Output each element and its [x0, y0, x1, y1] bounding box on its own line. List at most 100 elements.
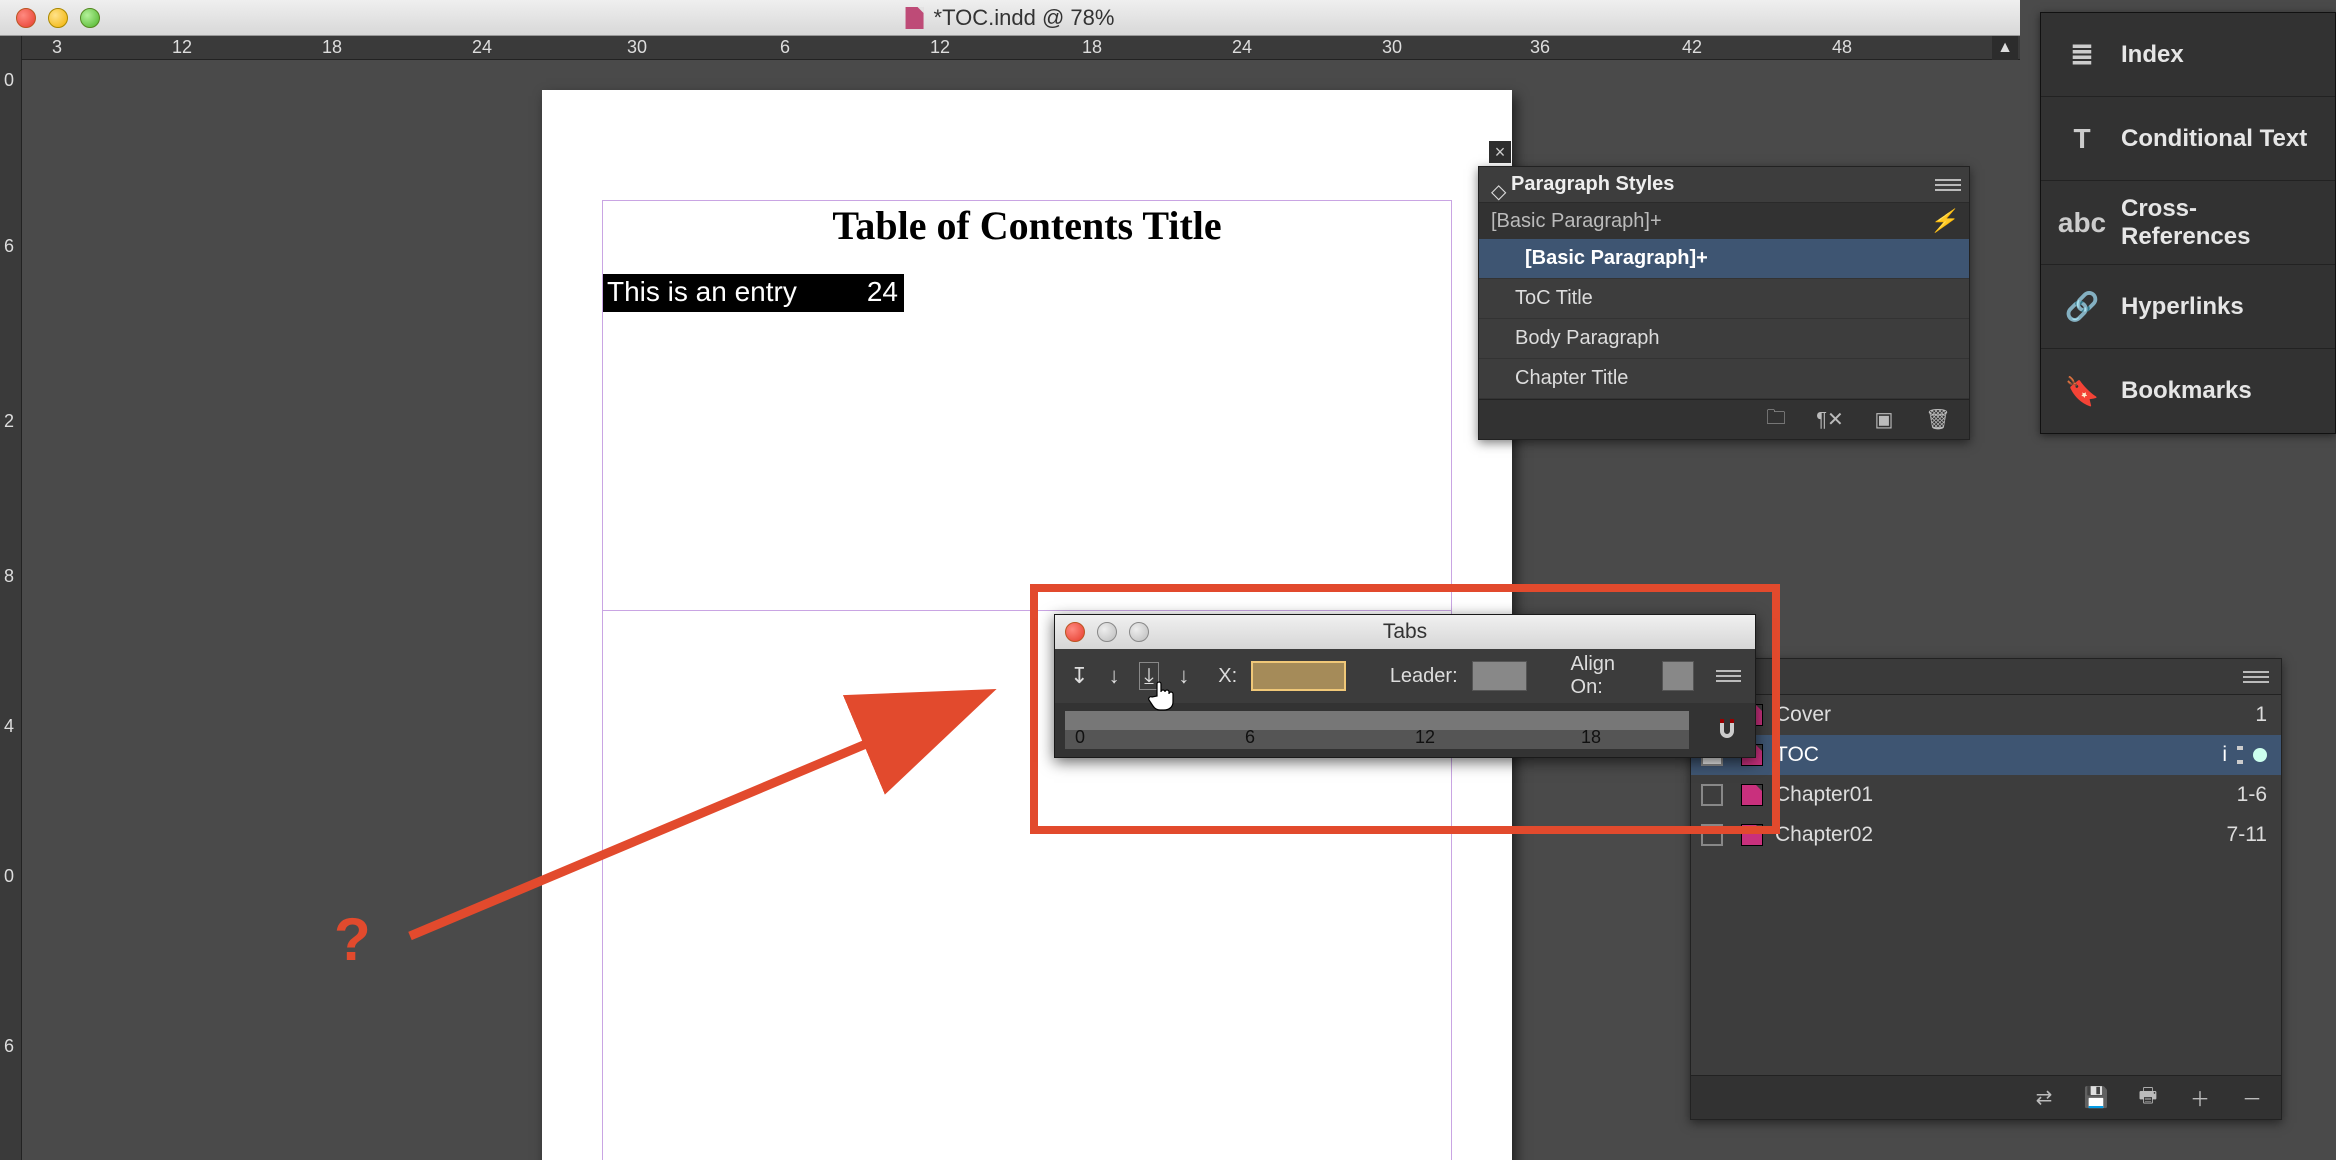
v-ruler-tick: 6 — [4, 236, 14, 257]
book-row[interactable]: Chapter027-11 — [1691, 815, 2281, 855]
v-ruler-tick: 2 — [4, 411, 14, 432]
h-ruler-tick: 12 — [172, 37, 192, 58]
paragraph-styles-panel[interactable]: × ◇ Paragraph Styles [Basic Paragraph]+ … — [1478, 166, 1970, 440]
sidebar-item-conditional-text[interactable]: T Conditional Text — [2041, 97, 2335, 181]
window-traffic-lights — [16, 8, 100, 28]
h-ruler-tick: 24 — [1232, 37, 1252, 58]
tabs-ruler-number: 12 — [1415, 727, 1435, 748]
x-input[interactable] — [1251, 661, 1346, 691]
book-panel[interactable]: nm Cover 1 TOCi Chapter01 1-6 Chapter027-11 ⇄… — [1690, 658, 2282, 1120]
override-lightning-icon[interactable]: ⚡ — [1930, 208, 1957, 234]
book-row-pages: 7-11 — [2227, 823, 2267, 847]
paragraph-styles-footer: 🗀 ¶✕ ▣ 🗑 — [1479, 399, 1969, 439]
tabs-titlebar[interactable]: Tabs — [1055, 615, 1755, 649]
add-document-icon[interactable]: ＋ — [2187, 1087, 2213, 1109]
tabs-minimize-button[interactable] — [1097, 622, 1117, 642]
toc-entry-selected[interactable]: This is an entry 24 — [603, 274, 904, 312]
indesign-doc-icon — [1741, 784, 1763, 806]
tabs-ruler-row: 061218 — [1055, 703, 1755, 757]
book-row-pages: 1 — [2255, 703, 2267, 727]
current-style-row: [Basic Paragraph]+ ⚡ — [1479, 203, 1969, 239]
tabs-traffic-lights — [1065, 622, 1149, 642]
book-row-list: Cover 1 TOCi Chapter01 1-6 Chapter027-11 — [1691, 695, 2281, 855]
book-panel-menu[interactable] — [2243, 667, 2269, 687]
v-ruler-tick: 0 — [4, 866, 14, 887]
book-panel-footer: ⇄ 💾 🖶 ＋ － — [1691, 1075, 2281, 1119]
style-item[interactable]: [Basic Paragraph]+ — [1479, 239, 1969, 279]
decimal-tab-icon[interactable]: ↓ — [1173, 662, 1194, 690]
tabs-ruler[interactable]: 061218 — [1065, 711, 1689, 749]
tabs-zoom-button[interactable] — [1129, 622, 1149, 642]
page-column-guide — [602, 610, 1452, 611]
align-on-label: Align On: — [1571, 653, 1649, 699]
v-ruler-tick: 8 — [4, 566, 14, 587]
current-style-name: [Basic Paragraph]+ — [1491, 210, 1662, 233]
new-style-icon[interactable]: ▣ — [1871, 409, 1897, 431]
tabs-ruler-number: 0 — [1075, 727, 1085, 748]
delete-style-icon[interactable]: 🗑 — [1925, 409, 1951, 431]
style-source-indicator — [1701, 784, 1723, 806]
vertical-ruler[interactable]: 0628406 — [0, 36, 22, 1160]
style-item-label: Body Paragraph — [1515, 327, 1660, 350]
remove-document-icon[interactable]: － — [2239, 1087, 2265, 1109]
horizontal-ruler[interactable]: 312182430612182430364248 — [22, 36, 2020, 60]
conditional-text-icon: T — [2065, 122, 2099, 156]
zoom-window-button[interactable] — [80, 8, 100, 28]
h-ruler-tick: 18 — [1082, 37, 1102, 58]
sync-icon[interactable]: ⇄ — [2031, 1087, 2057, 1109]
window-title: *TOC.indd @ 78% — [906, 5, 1115, 31]
sidebar-item-hyperlinks[interactable]: 🔗Hyperlinks — [2041, 265, 2335, 349]
tabs-panel[interactable]: Tabs ↧ ↓ ⤓ ↓ X: Leader: Align On: 061218 — [1054, 614, 1756, 758]
book-row-pages: 1-6 — [2237, 783, 2267, 807]
align-on-input[interactable] — [1662, 661, 1694, 691]
print-book-icon[interactable]: 🖶 — [2135, 1087, 2161, 1109]
sidebar-item-label: Cross-References — [2121, 195, 2311, 251]
toc-title-frame[interactable]: Table of Contents Title — [602, 202, 1452, 249]
document-open-dot-icon — [2253, 748, 2267, 762]
panel-sidebar: ≣Index T Conditional Text abc Cross-Referenc… — [2040, 12, 2336, 434]
sidebar-item-bookmarks[interactable]: 🔖Bookmarks — [2041, 349, 2335, 433]
book-row-name: Cover — [1775, 703, 1831, 727]
new-group-icon[interactable]: 🗀 — [1763, 409, 1789, 431]
style-item[interactable]: Chapter Title — [1479, 359, 1969, 399]
clear-override-icon[interactable]: ¶✕ — [1817, 409, 1843, 431]
book-row[interactable]: Cover 1 — [1691, 695, 2281, 735]
h-ruler-tick: 42 — [1682, 37, 1702, 58]
style-item[interactable]: ToC Title — [1479, 279, 1969, 319]
minimize-window-button[interactable] — [48, 8, 68, 28]
panel-menu-button[interactable] — [1935, 175, 1961, 195]
tabs-panel-menu[interactable] — [1716, 666, 1741, 686]
sidebar-item-label: Conditional Text — [2121, 125, 2307, 153]
toc-entry-pagenum: 24 — [867, 276, 898, 308]
style-item-label: Chapter Title — [1515, 367, 1628, 390]
book-row[interactable]: TOCi — [1691, 735, 2281, 775]
sidebar-item-cross-references[interactable]: abc Cross-References — [2041, 181, 2335, 265]
tabs-close-button[interactable] — [1065, 622, 1085, 642]
book-panel-header[interactable]: nm — [1691, 659, 2281, 695]
style-item[interactable]: Body Paragraph — [1479, 319, 1969, 359]
paragraph-styles-header[interactable]: ◇ Paragraph Styles — [1479, 167, 1969, 203]
book-empty-area — [1691, 855, 2281, 1075]
right-tab-icon[interactable]: ⤓ — [1139, 662, 1160, 690]
cross-references-icon: abc — [2065, 206, 2099, 240]
close-window-button[interactable] — [16, 8, 36, 28]
book-row[interactable]: Chapter01 1-6 — [1691, 775, 2281, 815]
v-ruler-tick: 6 — [4, 1036, 14, 1057]
sidebar-item-index[interactable]: ≣Index — [2041, 13, 2335, 97]
book-row-name: Chapter01 — [1775, 783, 1873, 807]
panel-title: Paragraph Styles — [1511, 173, 1674, 196]
v-ruler-tick: 4 — [4, 716, 14, 737]
snap-above-frame-icon[interactable] — [1709, 712, 1745, 748]
toc-entry-text: This is an entry — [607, 276, 797, 308]
left-tab-icon[interactable]: ↧ — [1069, 662, 1090, 690]
panel-close-button[interactable]: × — [1489, 141, 1511, 163]
save-book-icon[interactable]: 💾 — [2083, 1087, 2109, 1109]
bookmarks-icon: 🔖 — [2065, 374, 2099, 408]
ruler-scroll-arrow[interactable]: ▲ — [1992, 36, 2018, 60]
style-item-label: [Basic Paragraph]+ — [1525, 247, 1708, 270]
center-tab-icon[interactable]: ↓ — [1104, 662, 1125, 690]
leader-label: Leader: — [1390, 665, 1458, 688]
style-item-label: ToC Title — [1515, 287, 1593, 310]
h-ruler-tick: 36 — [1530, 37, 1550, 58]
leader-input[interactable] — [1472, 661, 1527, 691]
